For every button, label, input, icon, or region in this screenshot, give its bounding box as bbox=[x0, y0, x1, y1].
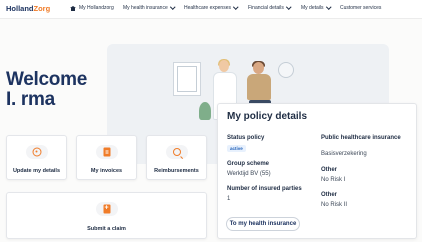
welcome-heading: Welcome I. rma bbox=[6, 70, 87, 110]
nav-my-health-insurance[interactable]: My health insurance bbox=[123, 4, 175, 11]
welcome-line-1: Welcome bbox=[6, 69, 87, 90]
update-details-card[interactable]: Update my details bbox=[6, 135, 67, 180]
top-nav: HollandZorg My Hollandzorg My health ins… bbox=[0, 0, 422, 19]
insured-parties-label: Number of insured parties bbox=[227, 186, 302, 192]
nav-my-details[interactable]: My details bbox=[301, 4, 331, 11]
brand-logo-part1: Holland bbox=[6, 4, 34, 13]
invoice-icon bbox=[103, 147, 110, 157]
nav-financial-details[interactable]: Financial details bbox=[248, 4, 292, 11]
welcome-line-2: I. rma bbox=[6, 89, 55, 110]
card-label: Reimbursements bbox=[154, 168, 199, 174]
other-value-1: No Risk I bbox=[321, 177, 346, 183]
my-invoices-card[interactable]: My invoices bbox=[76, 135, 137, 180]
card-label: Submit a claim bbox=[87, 226, 126, 232]
nav-item-label: Financial details bbox=[248, 5, 284, 11]
chevron-down-icon bbox=[170, 4, 175, 10]
card-icon-bg bbox=[95, 145, 118, 159]
card-label: My invoices bbox=[90, 168, 123, 174]
nav-healthcare-expenses[interactable]: Healthcare expenses bbox=[184, 4, 239, 11]
brand-logo[interactable]: HollandZorg bbox=[6, 4, 50, 13]
chevron-down-icon bbox=[325, 4, 331, 10]
policy-title: My policy details bbox=[227, 111, 308, 122]
card-icon-bg bbox=[25, 145, 48, 159]
reimbursements-card[interactable]: Reimbursements bbox=[146, 135, 207, 180]
picture-frame bbox=[173, 62, 201, 96]
add-document-icon bbox=[103, 204, 110, 214]
nav-item-label: Healthcare expenses bbox=[184, 5, 231, 11]
group-scheme-value: Werktijd BV (55) bbox=[227, 171, 271, 177]
plant-illustration bbox=[199, 102, 211, 120]
chevron-down-icon bbox=[286, 4, 292, 10]
public-insurance-label: Public healthcare insurance bbox=[321, 135, 401, 141]
search-icon bbox=[172, 148, 181, 156]
group-scheme-label: Group scheme bbox=[227, 161, 270, 167]
status-policy-label: Status policy bbox=[227, 135, 265, 141]
submit-claim-card[interactable]: Submit a claim bbox=[6, 192, 207, 239]
clock-icon bbox=[278, 62, 294, 78]
card-icon-bg bbox=[95, 202, 118, 216]
nav-item-label: Customer services bbox=[340, 5, 382, 11]
nav-item-label: My details bbox=[301, 5, 324, 11]
insured-parties-value: 1 bbox=[227, 196, 231, 202]
nav-item-label: My health insurance bbox=[123, 5, 168, 11]
other-value-2: No Risk II bbox=[321, 202, 348, 208]
to-health-insurance-button[interactable]: To my health insurance bbox=[226, 217, 300, 231]
nav-home[interactable]: My Hollandzorg bbox=[70, 5, 114, 11]
brand-logo-part2: Zorg bbox=[33, 4, 51, 13]
card-label: Update my details bbox=[12, 168, 61, 174]
nav-home-label: My Hollandzorg bbox=[79, 5, 114, 11]
home-icon bbox=[70, 5, 76, 11]
user-circle-icon bbox=[32, 147, 41, 157]
nav-customer-services[interactable]: Customer services bbox=[340, 5, 381, 11]
card-icon-bg bbox=[165, 145, 188, 159]
status-badge: active bbox=[227, 145, 246, 152]
other-label-1: Other bbox=[321, 167, 338, 173]
chevron-down-icon bbox=[233, 4, 239, 10]
public-insurance-value: Basisverzekering bbox=[321, 151, 367, 157]
other-label-2: Other bbox=[321, 192, 338, 198]
